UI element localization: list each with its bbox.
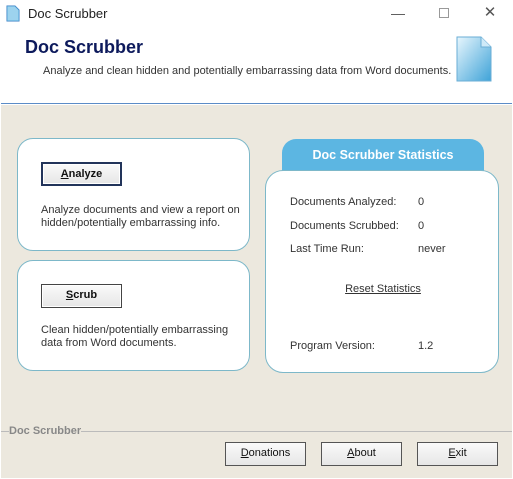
- stat-label: Last Time Run:: [290, 243, 364, 255]
- stat-label: Documents Analyzed:: [290, 196, 397, 208]
- scrub-description: Clean hidden/potentially embarrassing da…: [41, 324, 229, 349]
- window-title: Doc Scrubber: [28, 6, 108, 21]
- minimize-icon: —: [391, 5, 405, 21]
- analyze-button-accel: A: [60, 168, 69, 180]
- app-document-icon: [6, 5, 20, 22]
- analyze-description: Analyze documents and view a report on h…: [41, 204, 240, 229]
- exit-button-label: xit: [455, 447, 467, 459]
- analyze-button-label: nalyze: [68, 168, 103, 180]
- analyze-button[interactable]: Analyze: [41, 162, 122, 186]
- reset-statistics-link[interactable]: Reset Statistics: [266, 283, 500, 295]
- stat-label: Program Version:: [290, 340, 375, 352]
- stat-value: 1.2: [418, 340, 434, 352]
- header-banner: Doc Scrubber Analyze and clean hidden an…: [1, 28, 512, 104]
- scrub-button-label: crub: [73, 289, 98, 301]
- document-icon: [456, 36, 492, 82]
- minimize-button[interactable]: —: [375, 0, 421, 28]
- stat-label: Documents Scrubbed:: [290, 220, 399, 232]
- donations-button-label: onations: [248, 447, 291, 459]
- header-subtitle: Analyze and clean hidden and potentially…: [43, 65, 452, 77]
- about-button-label: bout: [354, 447, 376, 459]
- donations-button-accel: D: [240, 447, 249, 459]
- maximize-button[interactable]: [421, 0, 467, 28]
- statistics-panel: Documents Analyzed: 0 Documents Scrubbed…: [265, 170, 499, 373]
- footer-divider-left: [1, 431, 9, 432]
- analyze-panel: Analyze Analyze documents and view a rep…: [17, 138, 250, 251]
- scrub-button[interactable]: Scrub: [41, 284, 122, 308]
- donations-button[interactable]: Donations: [225, 442, 306, 466]
- scrub-panel: Scrub Clean hidden/potentially embarrass…: [17, 260, 250, 371]
- title-bar: Doc Scrubber — ✕: [0, 0, 513, 28]
- main-area: Analyze Analyze documents and view a rep…: [1, 105, 512, 478]
- stat-value: never: [418, 243, 446, 255]
- exit-button[interactable]: Exit: [417, 442, 498, 466]
- stat-value: 0: [418, 196, 425, 208]
- stat-value: 0: [418, 220, 425, 232]
- footer-divider: [81, 431, 512, 432]
- exit-button-accel: E: [448, 447, 456, 459]
- header-title: Doc Scrubber: [25, 37, 144, 57]
- about-button[interactable]: About: [321, 442, 402, 466]
- maximize-icon: [439, 7, 449, 18]
- close-button[interactable]: ✕: [467, 0, 513, 28]
- close-icon: ✕: [483, 4, 497, 21]
- footer-group-label: Doc Scrubber: [9, 425, 85, 437]
